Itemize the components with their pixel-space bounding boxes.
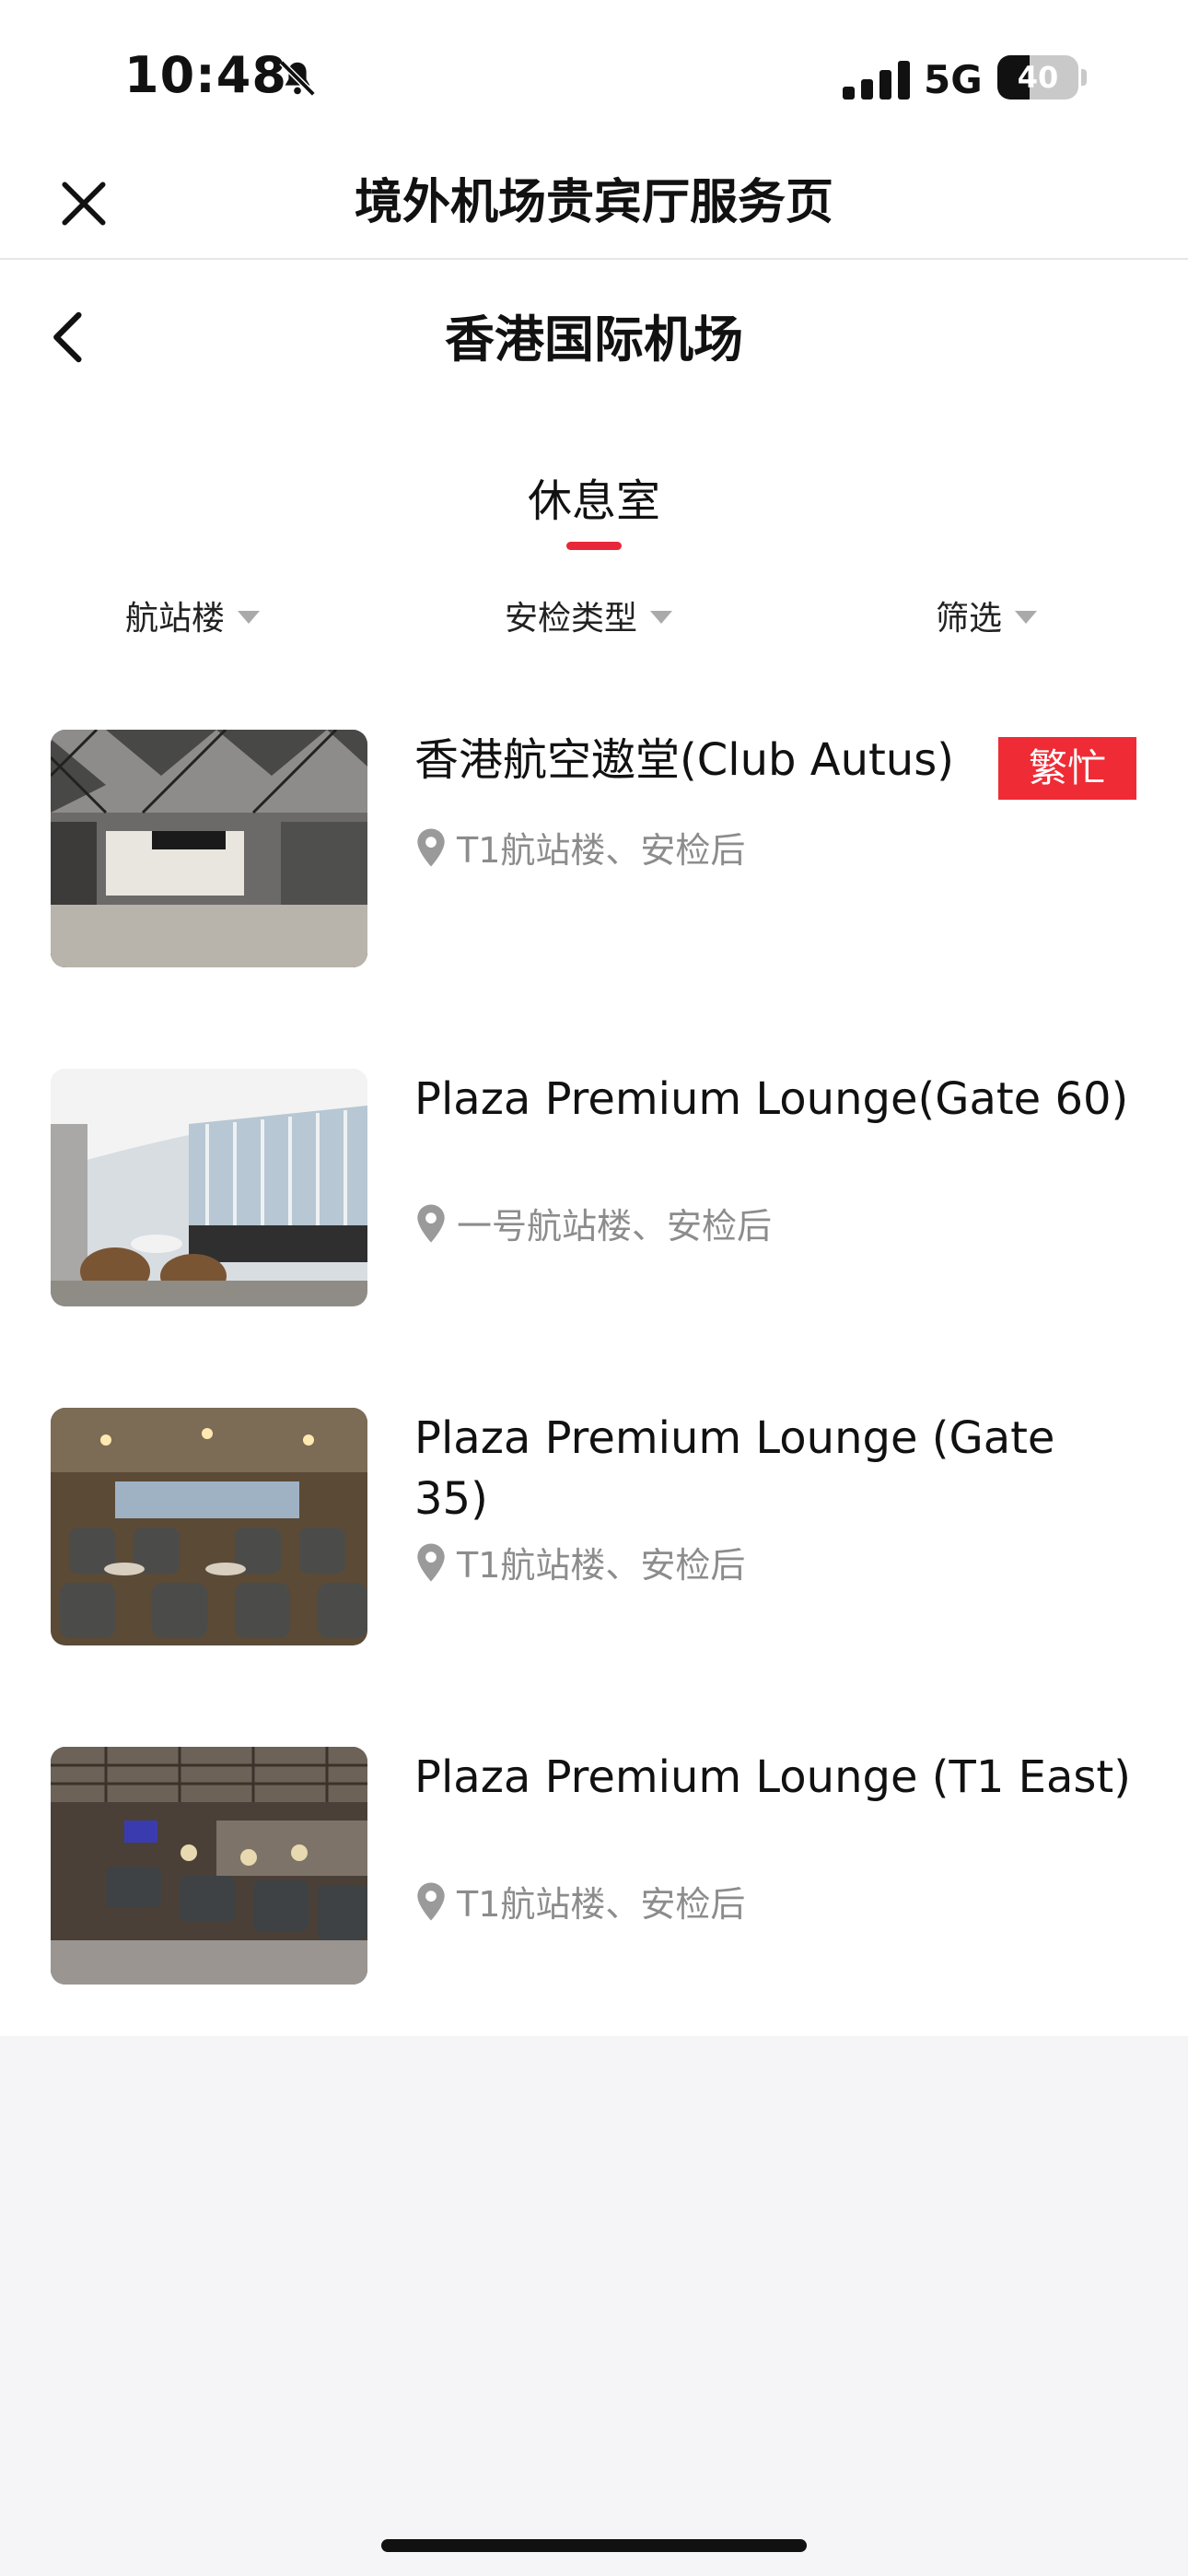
- signal-icon: [843, 59, 910, 100]
- location-pin-icon: [417, 827, 445, 867]
- lounge-location: 一号航站楼、安检后: [414, 1198, 772, 1248]
- location-text: 一号航站楼、安检后: [457, 1206, 773, 1247]
- lounge-item[interactable]: Plaza Premium Lounge (Gate 35) T1航站楼、安检后: [0, 1408, 1188, 1684]
- battery-icon: 40: [997, 55, 1078, 100]
- lounge-location: T1航站楼、安检后: [414, 1537, 745, 1587]
- lounge-name: Plaza Premium Lounge(Gate 60): [414, 1073, 1129, 1125]
- page-title: 境外机场贵宾厅服务页: [354, 175, 833, 230]
- lounge-item[interactable]: 香港航空遨堂(Club Autus) 繁忙 T1航站楼、安检后: [0, 730, 1188, 1006]
- location-text: T1航站楼、安检后: [457, 830, 746, 871]
- status-time: 10:48: [124, 46, 287, 104]
- location-pin-icon: [417, 1203, 445, 1243]
- network-type: 5G: [924, 57, 983, 102]
- home-indicator[interactable]: [381, 2539, 807, 2552]
- dropdown-arrow-icon: [238, 611, 261, 624]
- filter-terminal[interactable]: 航站楼: [125, 591, 261, 639]
- tab-lounge[interactable]: 休息室: [0, 474, 1188, 529]
- battery-level: 40: [1017, 60, 1059, 95]
- lounge-list-page: 香港国际机场 休息室 航站楼 安检类型 筛选 香港航空遨堂(Club Autus…: [0, 260, 1188, 2036]
- location-pin-icon: [417, 1881, 445, 1921]
- status-bar: 10:48 5G 40: [0, 0, 1188, 147]
- filter-label: 筛选: [936, 600, 1003, 638]
- lounge-photo: [51, 1747, 367, 1985]
- airport-name: 香港国际机场: [445, 310, 743, 369]
- battery-tip: [1081, 69, 1087, 86]
- bell-muted-icon: [279, 60, 316, 97]
- lounge-photo: [51, 1069, 367, 1306]
- location-pin-icon: [417, 1542, 445, 1582]
- tab-indicator: [566, 542, 622, 550]
- lounge-location: T1航站楼、安检后: [414, 1876, 745, 1926]
- lounge-location: T1航站楼、安检后: [414, 822, 745, 872]
- location-text: T1航站楼、安检后: [457, 1884, 746, 1925]
- top-bar: 境外机场贵宾厅服务页: [0, 147, 1188, 260]
- lounge-photo: [51, 1408, 367, 1645]
- filter-label: 航站楼: [125, 600, 226, 638]
- filter-security-type[interactable]: 安检类型: [505, 591, 673, 639]
- dropdown-arrow-icon: [650, 611, 673, 624]
- lounge-photo: [51, 730, 367, 967]
- filter-more[interactable]: 筛选: [936, 591, 1038, 639]
- lounge-item[interactable]: Plaza Premium Lounge(Gate 60) 一号航站楼、安检后: [0, 1069, 1188, 1345]
- status-badge: 繁忙: [998, 737, 1136, 800]
- location-text: T1航站楼、安检后: [457, 1545, 746, 1586]
- lounge-item[interactable]: Plaza Premium Lounge (T1 East) T1航站楼、安检后: [0, 1747, 1188, 2023]
- lounge-name: Plaza Premium Lounge (Gate 35): [414, 1412, 1055, 1525]
- lounge-name: Plaza Premium Lounge (T1 East): [414, 1751, 1131, 1803]
- dropdown-arrow-icon: [1015, 611, 1038, 624]
- filter-label: 安检类型: [505, 600, 638, 638]
